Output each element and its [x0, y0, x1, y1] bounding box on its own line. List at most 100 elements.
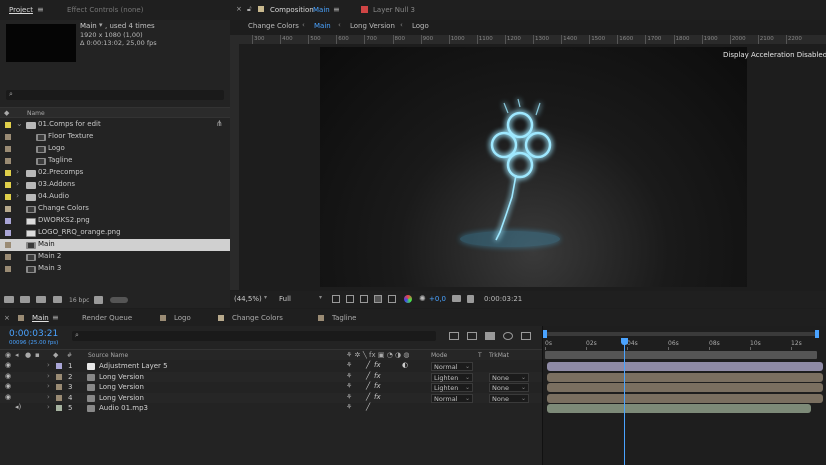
tab-layer[interactable]: Layer Null 3 [373, 6, 415, 14]
label-color-swatch[interactable] [5, 182, 11, 188]
blend-mode-dropdown[interactable]: Normal ⌄ [431, 393, 473, 403]
column-source-name[interactable]: Source Name [88, 352, 128, 359]
channel-icon[interactable] [388, 295, 396, 303]
fx-switch-icon[interactable]: fx [374, 372, 381, 380]
label-color-swatch[interactable] [5, 266, 11, 272]
mask-visibility-icon[interactable] [360, 295, 368, 303]
layer-duration-bar[interactable] [547, 362, 823, 371]
viewer-timecode[interactable]: 0:00:03:21 [484, 295, 522, 303]
label-color-swatch[interactable] [5, 242, 11, 248]
bpc-button[interactable]: 16 bpc [69, 297, 89, 304]
label-color-swatch[interactable] [5, 122, 11, 128]
track-matte-dropdown[interactable]: None ⌄ [489, 383, 529, 393]
project-settings-icon[interactable] [53, 296, 62, 303]
label-tag-icon[interactable]: ◆ [53, 351, 58, 359]
graph-editor-icon[interactable] [521, 332, 531, 340]
time-navigator[interactable] [543, 330, 819, 338]
shy-switch-icon[interactable]: ⚘ [346, 382, 352, 390]
track-matte-dropdown[interactable]: None ⌄ [489, 393, 529, 403]
project-item[interactable]: › 03.Addons [0, 179, 230, 191]
composition-canvas[interactable] [320, 47, 747, 287]
project-item[interactable]: Tagline [0, 155, 230, 167]
playhead[interactable] [620, 338, 628, 465]
label-color-swatch[interactable] [5, 170, 11, 176]
column-name[interactable]: Name [27, 110, 45, 117]
chevron-right-icon[interactable]: › [16, 167, 19, 176]
layer-duration-bar[interactable] [547, 404, 811, 414]
breadcrumb-item-active[interactable]: Main [314, 22, 331, 30]
label-color-swatch[interactable] [5, 230, 11, 236]
label-color-swatch[interactable] [5, 158, 11, 164]
column-mode[interactable]: Mode [431, 352, 447, 359]
chevron-right-icon[interactable]: › [47, 382, 50, 390]
search-input[interactable]: ⌕ [6, 90, 224, 100]
shy-switch-icon[interactable]: ⚘ [346, 393, 352, 401]
eye-icon[interactable]: ◉ [5, 372, 11, 380]
audio-speaker-icon[interactable]: ◂) [15, 403, 21, 411]
lock-column-icon[interactable]: ▪ [35, 351, 40, 359]
chevron-right-icon[interactable]: › [16, 179, 19, 188]
tab-composition-prefix[interactable]: Composition [270, 6, 314, 14]
zoom-dropdown[interactable]: (44,5%) [234, 295, 262, 303]
layer-name[interactable]: Long Version [99, 394, 144, 402]
current-time[interactable]: 0:00:03:21 [9, 329, 58, 339]
fx-switch-icon[interactable]: fx [374, 393, 381, 401]
trash-icon[interactable] [94, 296, 103, 304]
blend-mode-dropdown[interactable]: Normal ⌄ [431, 362, 473, 371]
label-color-swatch[interactable] [56, 394, 62, 401]
label-tag-icon[interactable]: ◆ [4, 109, 9, 117]
layer-row[interactable]: ◂) › 5 Audio 01.mp3 ⚘ ╱ [0, 403, 542, 414]
time-graph[interactable]: 0s 02s 04s 06s 08s 10s 12s [542, 326, 826, 465]
label-color-swatch[interactable] [56, 363, 62, 369]
eye-icon[interactable]: ◉ [5, 361, 11, 369]
project-item[interactable]: DWORKS2.png [0, 215, 230, 227]
playhead-handle[interactable] [620, 338, 628, 345]
project-item[interactable]: Floor Texture [0, 131, 230, 143]
tab-main[interactable]: Main [32, 314, 49, 322]
close-icon[interactable]: × [4, 314, 10, 322]
shy-layers-icon[interactable] [485, 332, 495, 340]
project-item[interactable]: Logo [0, 143, 230, 155]
solo-column-icon[interactable]: ● [25, 351, 31, 359]
chevron-right-icon[interactable]: › [47, 361, 50, 369]
interpret-footage-icon[interactable] [4, 296, 14, 303]
project-item[interactable]: Main 3 [0, 263, 230, 275]
tab-effect-controls[interactable]: Effect Controls (none) [67, 6, 143, 14]
label-color-swatch[interactable] [5, 206, 11, 212]
audio-column-icon[interactable]: ◂ [15, 351, 19, 359]
quality-switch-icon[interactable]: ╱ [366, 393, 370, 401]
label-color-swatch[interactable] [56, 384, 62, 391]
color-management-icon[interactable] [404, 295, 412, 303]
project-item[interactable]: › 04.Audio [0, 191, 230, 203]
close-icon[interactable]: × [236, 5, 242, 13]
tab-tagline[interactable]: Tagline [332, 314, 356, 322]
transparency-grid-icon[interactable] [346, 295, 354, 303]
eye-icon[interactable]: ◉ [5, 382, 11, 390]
breadcrumb-item[interactable]: Change Colors [248, 22, 299, 30]
project-item[interactable]: Change Colors [0, 203, 230, 215]
breadcrumb-item[interactable]: Logo [412, 22, 429, 30]
track-matte-dropdown[interactable]: None ⌄ [489, 372, 529, 382]
breadcrumb-item[interactable]: Long Version [350, 22, 395, 30]
tab-change-colors[interactable]: Change Colors [232, 314, 283, 322]
chevron-down-icon[interactable]: ▾ [99, 21, 103, 29]
blend-mode-dropdown[interactable]: Lighten ⌄ [431, 383, 473, 393]
chevron-down-icon[interactable]: ▾ [319, 294, 322, 301]
layer-row[interactable]: ◉ › 2 Long Version ⚘ ╱ fx Lighten ⌄ None ⌄ [0, 371, 542, 383]
exposure-value[interactable]: +0,0 [429, 295, 446, 303]
layer-name[interactable]: Audio 01.mp3 [99, 404, 148, 412]
project-item[interactable]: Main [0, 239, 230, 251]
eye-icon[interactable]: ◉ [5, 393, 11, 401]
column-trkmat[interactable]: TrkMat [489, 352, 509, 359]
project-item[interactable]: Main 2 [0, 251, 230, 263]
new-composition-icon[interactable] [36, 296, 46, 303]
navigator-start-handle[interactable] [543, 330, 547, 338]
panel-menu-icon[interactable]: ≡ [333, 5, 340, 14]
label-color-swatch[interactable] [5, 134, 11, 140]
fx-switch-icon[interactable]: fx [374, 382, 381, 390]
tab-logo[interactable]: Logo [174, 314, 191, 322]
project-item[interactable]: › 02.Precomps [0, 167, 230, 179]
quality-switch-icon[interactable]: ╱ [366, 382, 370, 390]
thumbnail-slider[interactable] [110, 297, 128, 303]
shy-switch-icon[interactable]: ⚘ [346, 403, 352, 411]
